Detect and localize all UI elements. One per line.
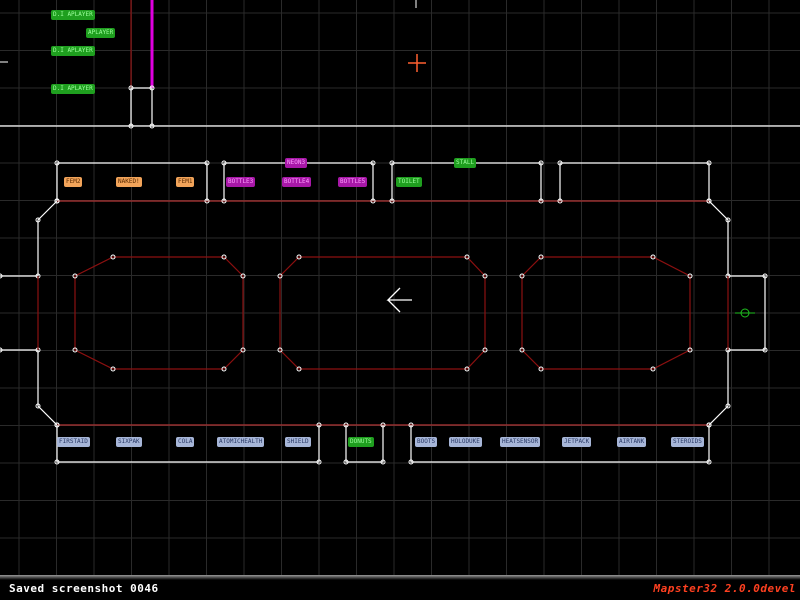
booth-wall [559,162,710,201]
sprite-label-steroids[interactable]: STEROIDS [671,437,704,447]
sprite-label-heatsensor[interactable]: HEATSENSOR [500,437,541,447]
player-start-arrow-icon [386,287,412,313]
sprite-label-donuts[interactable]: DONUTS [348,437,374,447]
sprite-label-firstaid[interactable]: FIRSTAID [57,437,90,447]
map-2d-view[interactable] [0,0,800,600]
sprite-label-dm-player[interactable]: D.I APLAYER [51,84,95,94]
sprite-label-fem1[interactable]: FEM1 [176,177,195,187]
sprite-label-cola[interactable]: COLA [176,437,195,447]
sprite-label-holoduke[interactable]: HOLODUKE [449,437,482,447]
sprite-label-aplayer[interactable]: APLAYER [86,28,116,38]
sprite-label-fem2[interactable]: FEM2 [64,177,83,187]
version-label: Mapster32 2.0.0devel [653,582,796,595]
sprite-label-neon[interactable]: NEON3 [285,158,308,168]
sprite-label-boots[interactable]: BOOTS [415,437,438,447]
status-message: Saved screenshot 0046 [9,582,159,595]
sprite-label-naked[interactable]: NAKED! [116,177,142,187]
sprite-label-sixpak[interactable]: SIXPAK [116,437,142,447]
sprite-label-atomichealth[interactable]: ATOMICHEALTH [217,437,265,447]
sprite-label-shield[interactable]: SHIELD [285,437,311,447]
sprite-label-bottle[interactable]: BOTTLE4 [282,177,312,187]
sprite-label-stall[interactable]: STALL [454,158,477,168]
sprite-label-bottle[interactable]: BOTTLE3 [226,177,256,187]
sprite-label-jetpack[interactable]: JETPACK [562,437,592,447]
sprite-label-dm-player[interactable]: D.I APLAYER [51,10,95,20]
sprite-label-dm-player[interactable]: D.I APLAYER [51,46,95,56]
sprite-label-bottle[interactable]: BOTTLE5 [338,177,368,187]
mapster-editor-viewport[interactable]: D.I APLAYER APLAYER D.I APLAYER D.I APLA… [0,0,800,600]
sprite-label-toilet[interactable]: TOILET [396,177,422,187]
sprite-label-airtank[interactable]: AIRTANK [617,437,647,447]
white-wall [130,87,153,127]
grid [0,0,800,575]
